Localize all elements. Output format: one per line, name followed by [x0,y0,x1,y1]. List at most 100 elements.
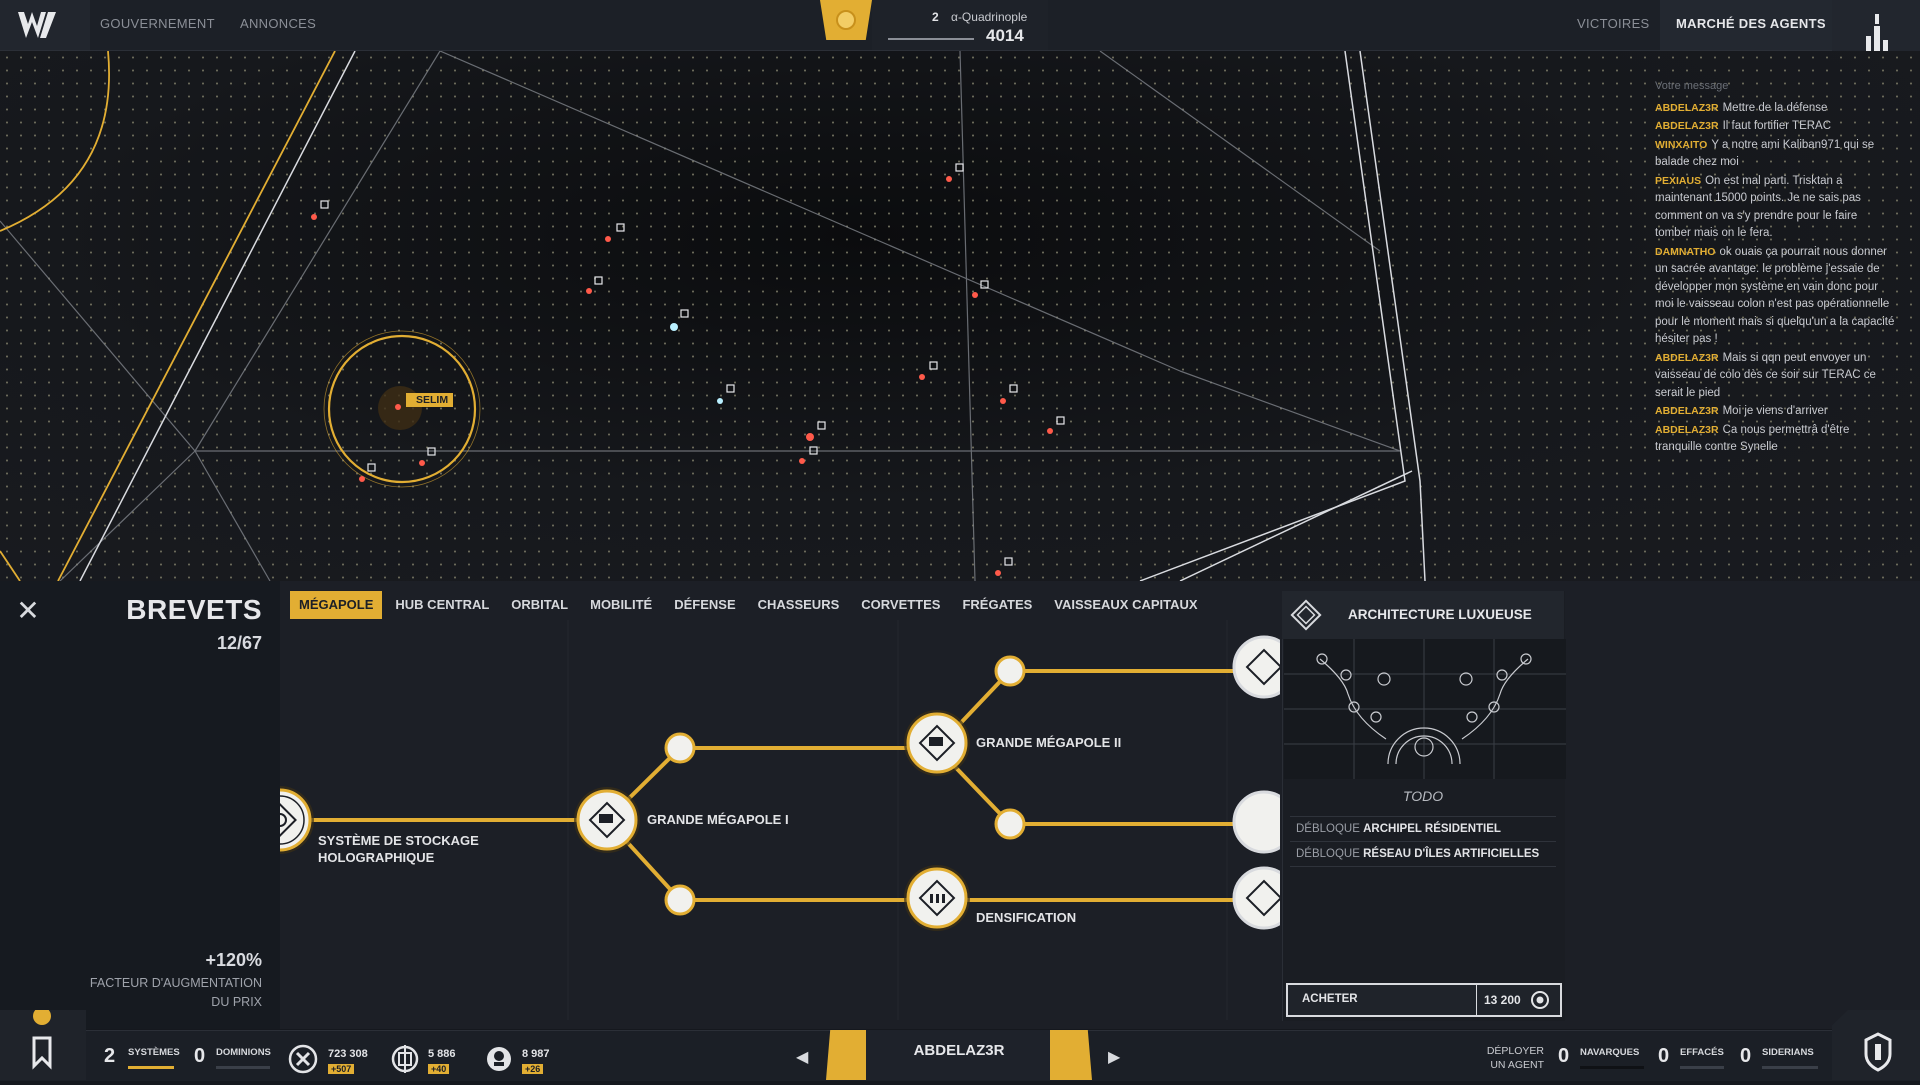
player-emblem-right [1050,1030,1092,1080]
tab-mobilite[interactable]: MOBILITÉ [581,591,661,619]
node-edge-c[interactable] [1232,866,1280,930]
chat-message: DAMNATHO ok ouais ça pourrait nous donner… [1655,245,1895,346]
next-player-icon[interactable]: ▶ [1108,1047,1120,1067]
price-factor-value: +120% [205,950,262,970]
chat-message: ABDELAZ3R Ca nous permettrâ d'être tranqu… [1655,423,1850,454]
node-label-grande-megapole-2: GRANDE MÉGAPOLE II [976,735,1122,750]
node-architecture-luxueuse[interactable] [1232,635,1280,699]
chat-message: ABDELAZ3R Il faut fortifier TERAC [1655,120,1832,132]
systems-label: SYSTÈMES [128,1047,180,1058]
tab-fregates[interactable]: FRÉGATES [953,591,1041,619]
node-locked-a[interactable] [664,732,696,764]
patent-category-tabs: MÉGAPOLE HUB CENTRAL ORBITAL MOBILITÉ DÉ… [290,591,1207,619]
patents-count: 12/67 [216,633,262,653]
galaxy-map[interactable]: SELIM [0,51,1920,581]
deploy-agent-label[interactable]: DÉPLOYER UN AGENT [1470,1044,1544,1072]
resource-1-delta: +507 [328,1064,355,1074]
bookmark-button[interactable] [0,1007,86,1080]
systems-count: 2 [104,1045,116,1067]
navarques-bar [1580,1066,1644,1069]
patent-icon [1290,599,1322,631]
node-densification[interactable] [904,865,970,931]
resource-3-value: 8 987 [522,1048,550,1060]
node-grande-megapole-2[interactable] [904,710,970,776]
close-icon[interactable]: ✕ [12,596,44,628]
chat-panel: Votre message ABDELAZ3R Mettre de la défe… [1655,78,1895,458]
detail-description: TODO [1402,788,1444,804]
chat-message: ABDELAZ3R Mais si qqn peut envoyer un vai… [1655,351,1876,399]
system-label-selim[interactable]: SELIM [406,393,454,407]
navarques-label: NAVARQUES [1580,1047,1640,1058]
tab-megapole[interactable]: MÉGAPOLE [290,591,383,619]
systems-bar [128,1066,174,1069]
logo-icon [18,12,56,38]
node-edge-b[interactable] [1232,790,1280,854]
buy-separator [1476,985,1477,1015]
tab-chasseurs[interactable]: CHASSEURS [749,591,849,619]
nav-annonces[interactable]: ANNONCES [240,0,316,50]
node-label-grande-megapole-1: GRANDE MÉGAPOLE I [647,812,789,827]
divider [1290,866,1556,867]
prev-player-icon[interactable]: ◀ [796,1047,808,1067]
resource-2-icon [391,1045,419,1073]
node-label-densification: DENSIFICATION [976,910,1077,925]
effaces-count: 0 [1658,1045,1670,1067]
detail-title: ARCHITECTURE LUXUEUSE [1348,607,1532,622]
chat-message: WINXAITO Y a notre ami Kaliban971 qui se … [1655,138,1875,169]
chat-message: ABDELAZ3R Mettre de la défense [1655,101,1828,114]
siderians-label: SIDERIANS [1762,1047,1814,1058]
resource-2-delta: +40 [428,1064,450,1074]
nav-marche-des-agents[interactable]: MARCHÉ DES AGENTS [1660,0,1842,50]
player-name[interactable]: ABDELAZ3R [866,1042,1052,1059]
price-factor-label: FACTEUR D'AUGMENTATION DU PRIX [89,976,262,1009]
resource-1-icon [288,1044,318,1074]
effaces-bar [1680,1066,1724,1069]
tab-orbital[interactable]: ORBITAL [502,591,577,619]
dominions-label: DOMINIONS [216,1047,271,1058]
tab-hub-central[interactable]: HUB CENTRAL [386,591,498,619]
tab-vaisseaux-capitaux[interactable]: VAISSEAUX CAPITAUX [1045,591,1206,619]
resource-3-icon [487,1047,511,1071]
dominions-count: 0 [194,1045,206,1067]
resource-3-delta: +26 [522,1064,544,1074]
map-lines [0,51,1426,581]
nav-victoires[interactable]: VICTOIRES [1577,0,1650,50]
player-emblem-left [826,1030,868,1080]
sector-score: 4014 [986,26,1024,45]
divider [1290,816,1556,817]
siderians-count: 0 [1740,1045,1752,1067]
unlock-item-2: DÉBLOQUE RÉSEAU D'ÎLES ARTIFICIELLES [1296,848,1540,860]
buy-label: ACHETER [1302,993,1358,1005]
effaces-label: EFFACÉS [1680,1047,1724,1058]
nav-gouvernement[interactable]: GOUVERNEMENT [100,0,215,50]
chat-input[interactable]: Votre message [1655,78,1895,96]
chat-message: ABDELAZ3R Moi je viens d'arriver [1655,405,1828,417]
node-locked-d[interactable] [994,808,1026,840]
game-logo[interactable] [0,0,90,50]
siderians-bar [1762,1066,1818,1069]
node-locked-b[interactable] [664,884,696,916]
sector-name: α-Quadrinople [951,10,1028,24]
node-stockage-holographique[interactable] [280,786,314,854]
resource-1-value: 723 308 [328,1048,368,1060]
node-locked-c[interactable] [994,655,1026,687]
unlock-item-1: DÉBLOQUE ARCHIPEL RÉSIDENTIEL [1296,823,1501,835]
agents-button[interactable] [1832,1010,1920,1080]
sector-progress [888,38,974,40]
faction-emblem-icon [836,10,856,30]
chat-message: PEXIAUS On est mal parti. Trisktan a main… [1655,174,1861,240]
sector-index: 2 [932,10,939,24]
tab-corvettes[interactable]: CORVETTES [852,591,949,619]
buy-price: 13 200 [1484,993,1521,1007]
panel-title: BREVETS [126,594,262,625]
tab-defense[interactable]: DÉFENSE [665,591,744,619]
shield-icon [1864,1032,1892,1072]
credits-icon [1531,991,1549,1009]
node-grande-megapole-1[interactable] [574,787,640,853]
bookmark-icon [32,1007,52,1070]
node-label-stockage: SYSTÈME DE STOCKAGE HOLOGRAPHIQUE [318,833,479,865]
navarques-count: 0 [1558,1045,1570,1067]
divider [1290,841,1556,842]
blueprint-image [1284,639,1566,779]
dominions-bar [216,1066,270,1069]
